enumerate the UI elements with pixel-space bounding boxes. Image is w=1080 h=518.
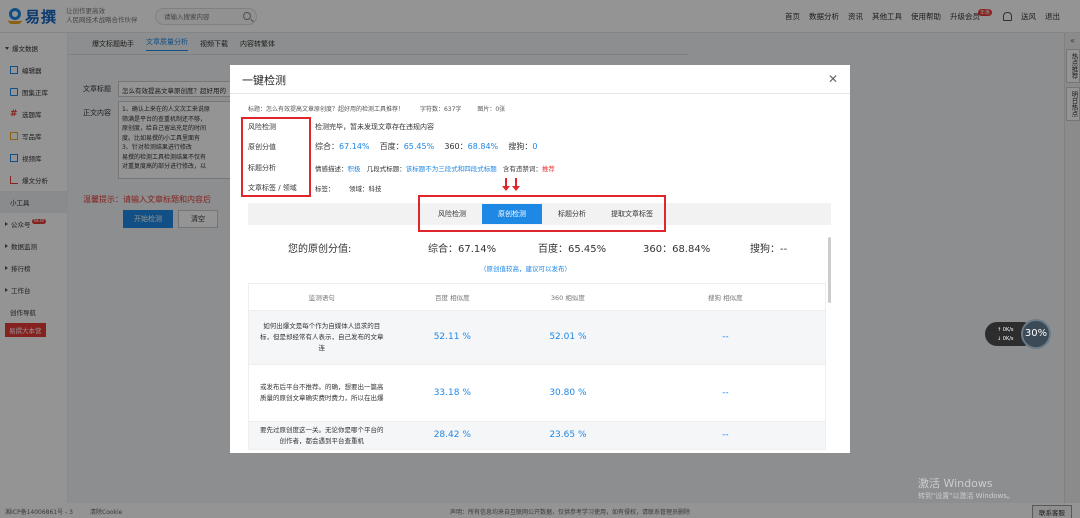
row-sentence: 如何出爆文是每个作为自媒体人追求的目标，但是却经常有人表示，自己发布的文章连 bbox=[260, 322, 384, 352]
subtab-tags[interactable]: 提取文章标签 bbox=[602, 204, 662, 224]
orig-360-value: 68.84% bbox=[467, 142, 499, 151]
subtabs: 风险检测 原创检测 标题分析 提取文章标签 bbox=[422, 204, 662, 224]
tag-domain-values: 标签： 领域：科技 bbox=[315, 183, 381, 193]
network-speed-widget[interactable]: ↑ 0K/s ↓ 0K/s 30% bbox=[985, 318, 1051, 350]
style-value: 该标题不为三段式和四段式标题 bbox=[405, 165, 497, 173]
subtab-title[interactable]: 标题分析 bbox=[542, 204, 602, 224]
upload-speed: ↑ 0K/s bbox=[997, 327, 1014, 333]
orig-bd-value: 65.45% bbox=[403, 142, 435, 151]
speed-percent: 30% bbox=[1021, 319, 1051, 349]
score-sg: 搜狗：-- bbox=[750, 244, 788, 255]
subtab-originality[interactable]: 原创检测 bbox=[482, 204, 542, 224]
emotion-label: 情感描述： bbox=[315, 165, 348, 173]
row-360: 52.01 % bbox=[549, 332, 587, 342]
col-sogou: 搜狗 相似度 bbox=[708, 294, 743, 302]
subtab-risk[interactable]: 风险检测 bbox=[422, 204, 482, 224]
download-speed-value: 0K/s bbox=[1002, 336, 1014, 342]
originality-values: 综合：67.14% 百度：65.45% 360：68.84% 搜狗：0 bbox=[315, 141, 537, 152]
table-row: 要先过原创度这一关。无论你是哪个平台的创作者，都会遇到平台查重机 28.42 %… bbox=[248, 422, 826, 450]
row-sogou: -- bbox=[722, 332, 729, 342]
title-analysis-values: 情感描述：积极 几段式标题：该标题不为三段式和四段式标题 含有违禁词：推荐 bbox=[315, 163, 555, 173]
table-row: 或发布后平台不推荐。的确，想要出一篇高质量的原创文章确实费时费力，所以在出爆 3… bbox=[248, 365, 826, 422]
row-sogou: -- bbox=[722, 430, 729, 440]
style-label: 几段式标题： bbox=[366, 165, 406, 173]
score-hint: （原创值较高，建议可以发布） bbox=[480, 265, 571, 273]
row-sogou: -- bbox=[722, 387, 729, 398]
meta-char-count: 字符数：637字 bbox=[419, 106, 462, 113]
tag-domain-label: 文章标签 / 领域 bbox=[248, 184, 297, 192]
row-baidu: 52.11 % bbox=[433, 332, 471, 342]
orig-sg-value: 0 bbox=[532, 142, 538, 151]
col-baidu: 百度 相似度 bbox=[435, 294, 470, 302]
arrow-down-icon bbox=[502, 178, 510, 191]
orig-360-label: 360： bbox=[444, 142, 468, 151]
orig-zh-value: 67.14% bbox=[339, 142, 370, 151]
risk-label: 风险检测 bbox=[248, 123, 276, 131]
row-baidu: 28.42 % bbox=[433, 430, 471, 440]
arrow-down-icon bbox=[512, 178, 520, 191]
orig-zh-label: 综合： bbox=[315, 142, 339, 151]
check-modal: 一键检测 ✕ 标题：怎么有效提高文章原创度？超好用的检测工具推荐！ 字符数：63… bbox=[230, 65, 850, 453]
orig-bd-label: 百度： bbox=[379, 142, 404, 151]
similarity-table: 监测语句 百度 相似度 360 相似度 搜狗 相似度 如何出爆文是每个作为自媒体… bbox=[248, 283, 826, 450]
score-bd: 百度：65.45% bbox=[538, 244, 607, 255]
orig-sg-label: 搜狗： bbox=[508, 142, 533, 151]
meta-image-count: 图片：0张 bbox=[477, 106, 506, 113]
score-label: 您的原创分值: bbox=[288, 244, 352, 255]
row-360: 30.80 % bbox=[549, 387, 587, 398]
emotion-value: 积极 bbox=[347, 165, 361, 173]
watermark-line-2: 转到"设置"以激活 Windows。 bbox=[918, 492, 1014, 500]
modal-divider bbox=[230, 93, 850, 94]
modal-title: 一键检测 bbox=[242, 74, 286, 87]
row-baidu: 33.18 % bbox=[433, 387, 471, 398]
row-360: 23.65 % bbox=[549, 430, 587, 440]
meta-title: 标题：怎么有效提高文章原创度？超好用的检测工具推荐！ bbox=[248, 106, 405, 113]
download-speed: ↓ 0K/s bbox=[997, 336, 1014, 342]
score-zh: 综合：67.14% bbox=[428, 244, 497, 255]
title-analysis-label: 标题分析 bbox=[248, 164, 276, 172]
score-360: 360：68.84% bbox=[643, 244, 711, 255]
table-row: 如何出爆文是每个作为自媒体人追求的目标，但是却经常有人表示，自己发布的文章连 5… bbox=[248, 311, 826, 365]
close-icon[interactable]: ✕ bbox=[828, 72, 838, 86]
scrollbar[interactable] bbox=[828, 237, 831, 303]
domain-value: 领域：科技 bbox=[348, 185, 382, 193]
col-360: 360 相似度 bbox=[550, 294, 585, 302]
upload-speed-value: 0K/s bbox=[1002, 327, 1014, 333]
col-sentence: 监测语句 bbox=[308, 294, 335, 302]
row-sentence: 要先过原创度这一关。无论你是哪个平台的创作者，都会遇到平台查重机 bbox=[260, 426, 384, 445]
windows-activation-watermark: 激活 Windows 转到"设置"以激活 Windows。 bbox=[918, 478, 1014, 502]
article-meta: 标题：怎么有效提高文章原创度？超好用的检测工具推荐！ 字符数：637字 图片：0… bbox=[248, 104, 519, 113]
table-header: 监测语句 百度 相似度 360 相似度 搜狗 相似度 bbox=[248, 283, 826, 311]
ban-label: 含有违禁词： bbox=[502, 165, 542, 173]
risk-value: 检测完毕，暂未发现文章存在违规内容 bbox=[315, 123, 434, 131]
row-sentence: 或发布后平台不推荐。的确，想要出一篇高质量的原创文章确实费时费力，所以在出爆 bbox=[260, 383, 384, 402]
tag-value: 标签： bbox=[315, 185, 335, 193]
originality-label: 原创分值 bbox=[248, 143, 276, 151]
watermark-line-1: 激活 Windows bbox=[918, 477, 993, 490]
ban-value: 推荐 bbox=[541, 165, 555, 173]
